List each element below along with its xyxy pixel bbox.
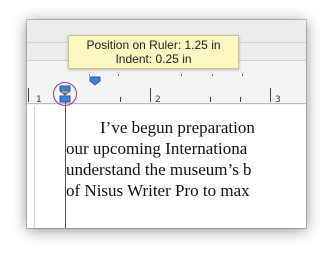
ruler-tick (150, 88, 151, 102)
ruler-tick-minor (242, 74, 243, 76)
text-line: understand the museum’s b (66, 160, 252, 179)
ruler-tick (28, 88, 29, 102)
text-line: our upcoming Internationa (66, 139, 248, 158)
ruler-tick-minor (212, 74, 213, 76)
ruler-tick-small (210, 97, 211, 102)
ruler-tick-minor (118, 74, 119, 76)
document-text[interactable]: I’ve begun preparation our upcoming Inte… (66, 117, 306, 201)
ruler-tick-minor (181, 74, 182, 76)
margin-guide-line (34, 106, 35, 228)
ruler-tick-small (120, 97, 121, 102)
tooltip-indent-text: Indent: 0.25 in (115, 52, 192, 66)
tab-stop-icon[interactable] (89, 76, 101, 86)
ruler-tick (270, 88, 271, 102)
ruler-number-1: 1 (36, 95, 42, 105)
indent-marker-icon[interactable] (58, 85, 72, 103)
ruler-number-3: 3 (275, 95, 281, 105)
ruler-tick-small (240, 97, 241, 102)
text-line: I’ve begun preparation (100, 118, 255, 137)
text-line: of Nisus Writer Pro to max (66, 181, 250, 200)
ruler-number-2: 2 (155, 95, 161, 105)
ruler-tooltip: Position on Ruler: 1.25 in Indent: 0.25 … (68, 35, 239, 69)
tooltip-position-text: Position on Ruler: 1.25 in (86, 38, 221, 52)
